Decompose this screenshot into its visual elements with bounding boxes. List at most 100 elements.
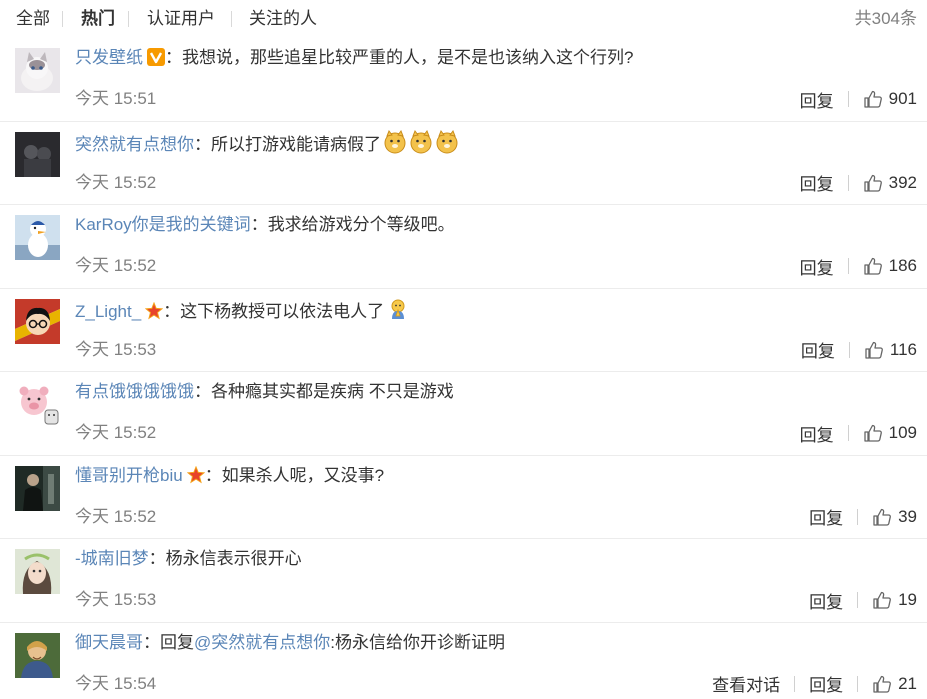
comment-item: KarRoy你是我的关键词：我求给游戏分个等级吧。 今天 15:52 回复 18… <box>0 205 927 289</box>
comment-body: :杨永信给你开诊断证明 <box>330 632 505 652</box>
like-button[interactable]: 901 <box>863 89 917 109</box>
reply-button[interactable]: 回复 <box>800 254 834 279</box>
like-button[interactable]: 21 <box>872 674 917 694</box>
like-button[interactable]: 19 <box>872 590 917 610</box>
action-divider <box>794 675 796 692</box>
comment-text-line: 有点饿饿饿饿饿：各种瘾其实都是疾病 不只是游戏 <box>75 382 454 401</box>
like-button[interactable]: 392 <box>863 173 917 193</box>
comment-item: 只发壁纸 ：我想说，那些追星比较严重的人，是不是也该纳入这个行列? 今天 15:5… <box>0 38 927 122</box>
username-link[interactable]: 懂哥别开枪biu <box>75 466 183 485</box>
thumbs-up-icon <box>863 257 882 275</box>
avatar[interactable] <box>15 465 60 511</box>
comment-actions: 回复 109 <box>800 421 917 446</box>
like-count: 392 <box>888 172 917 192</box>
comment-actions: 回复 901 <box>800 87 917 112</box>
like-count: 19 <box>898 590 917 609</box>
doge-icon <box>384 129 406 153</box>
comment-time: 今天 15:52 <box>75 172 157 192</box>
avatar[interactable] <box>15 48 60 93</box>
comment-body: 这下杨教授可以依法电人了 <box>180 301 385 321</box>
comment-text-line: 突然就有点想你：所以打游戏能请病假了 <box>75 129 459 157</box>
username-link[interactable]: 突然就有点想你 <box>75 135 194 154</box>
avatar[interactable] <box>15 382 60 427</box>
username-link[interactable]: 有点饿饿饿饿饿 <box>75 382 194 401</box>
comment-text-line: 懂哥别开枪biu ：如果杀人呢，又没事? <box>75 465 385 485</box>
thumbs-up-icon <box>865 341 883 359</box>
mention-link[interactable]: @突然就有点想你 <box>194 633 330 652</box>
like-count: 901 <box>888 89 917 108</box>
comment-text-line: -城南旧梦：杨永信表示很开心 <box>75 549 302 568</box>
like-count: 39 <box>898 506 917 526</box>
action-divider <box>847 258 849 274</box>
comment-actions: 回复 186 <box>800 254 917 279</box>
like-button[interactable]: 116 <box>864 340 917 360</box>
like-count: 116 <box>889 339 917 359</box>
star-badge-icon <box>186 465 205 483</box>
comment-item: 有点饿饿饿饿饿：各种瘾其实都是疾病 不只是游戏 今天 15:52 回复 109 <box>0 372 927 456</box>
comment-time: 今天 15:54 <box>75 673 157 693</box>
thumbs-up-icon <box>873 591 891 609</box>
reply-button[interactable]: 回复 <box>801 337 835 362</box>
comment-item: 突然就有点想你：所以打游戏能请病假了 今天 15:52 回复 392 <box>0 122 927 205</box>
like-button[interactable]: 186 <box>863 256 917 276</box>
username-link[interactable]: 只发壁纸 <box>75 48 143 67</box>
avatar[interactable] <box>15 549 60 594</box>
reply-button[interactable]: 回复 <box>809 504 843 529</box>
reply-button[interactable]: 回复 <box>809 671 843 696</box>
tab-following[interactable]: 关注的人 <box>249 8 317 30</box>
tab-hot[interactable]: 热门 <box>81 8 115 30</box>
username-link[interactable]: KarRoy你是我的关键词 <box>75 215 251 234</box>
reply-button[interactable]: 回复 <box>800 87 834 112</box>
comment-item: 御天晨哥：回复@突然就有点想你:杨永信给你开诊断证明 今天 15:54 查看对话… <box>0 623 927 699</box>
reply-button[interactable]: 回复 <box>800 421 834 446</box>
verified-v-badge-icon <box>147 48 165 66</box>
comment-time: 今天 15:52 <box>75 423 157 442</box>
comment-actions: 查看对话 回复 21 <box>712 671 917 696</box>
username-link[interactable]: 御天晨哥 <box>75 633 143 652</box>
like-count: 109 <box>888 423 917 442</box>
comment-body: 各种瘾其实都是疾病 不只是游戏 <box>211 382 454 401</box>
comment-item: Z_Light_ ：这下杨教授可以依法电人了 今天 15:53 回复 116 <box>0 289 927 372</box>
like-count: 186 <box>888 256 917 275</box>
comment-actions: 回复 19 <box>809 588 917 613</box>
pray-icon <box>391 299 405 319</box>
comment-actions: 回复 116 <box>801 337 917 362</box>
action-divider <box>857 592 859 608</box>
comment-body: 杨永信表示很开心 <box>165 549 302 568</box>
doge-icon <box>436 129 458 153</box>
action-divider <box>857 675 859 692</box>
comment-actions: 回复 392 <box>800 170 917 195</box>
username-link[interactable]: -城南旧梦 <box>75 549 149 568</box>
comment-time: 今天 15:53 <box>75 590 157 609</box>
like-button[interactable]: 109 <box>863 423 917 443</box>
tab-verified-users[interactable]: 认证用户 <box>147 8 215 30</box>
thumbs-up-icon <box>863 174 882 192</box>
comment-text-line: 只发壁纸 ：我想说，那些追星比较严重的人，是不是也该纳入这个行列? <box>75 48 634 67</box>
comment-time: 今天 15:52 <box>75 506 157 526</box>
tab-divider <box>231 11 232 27</box>
comment-body: 如果杀人呢，又没事? <box>221 465 385 485</box>
reply-button[interactable]: 回复 <box>809 588 843 613</box>
avatar[interactable] <box>15 131 60 177</box>
like-button[interactable]: 39 <box>872 507 917 527</box>
avatar[interactable] <box>15 632 60 678</box>
avatar[interactable] <box>15 298 60 344</box>
comment-body: 所以打游戏能请病假了 <box>211 134 381 154</box>
comment-list: 只发壁纸 ：我想说，那些追星比较严重的人，是不是也该纳入这个行列? 今天 15:5… <box>0 38 927 699</box>
avatar[interactable] <box>15 215 60 260</box>
view-dialog-button[interactable]: 查看对话 <box>712 671 780 696</box>
username-link[interactable]: Z_Light_ <box>75 302 141 321</box>
thumbs-up-icon <box>873 675 891 693</box>
comment-item: -城南旧梦：杨永信表示很开心 今天 15:53 回复 19 <box>0 539 927 623</box>
action-divider <box>847 174 849 191</box>
tab-all[interactable]: 全部 <box>16 8 50 30</box>
tab-divider <box>128 11 129 27</box>
action-divider <box>847 425 849 441</box>
doge-icon <box>410 129 432 153</box>
comment-total-count: 共304条 <box>854 9 917 28</box>
like-count: 21 <box>898 673 917 693</box>
comment-filter-tabs: 全部 热门 认证用户 关注的人 共304条 <box>0 0 927 38</box>
comment-actions: 回复 39 <box>809 504 917 529</box>
reply-button[interactable]: 回复 <box>800 170 834 195</box>
action-divider <box>857 508 859 525</box>
